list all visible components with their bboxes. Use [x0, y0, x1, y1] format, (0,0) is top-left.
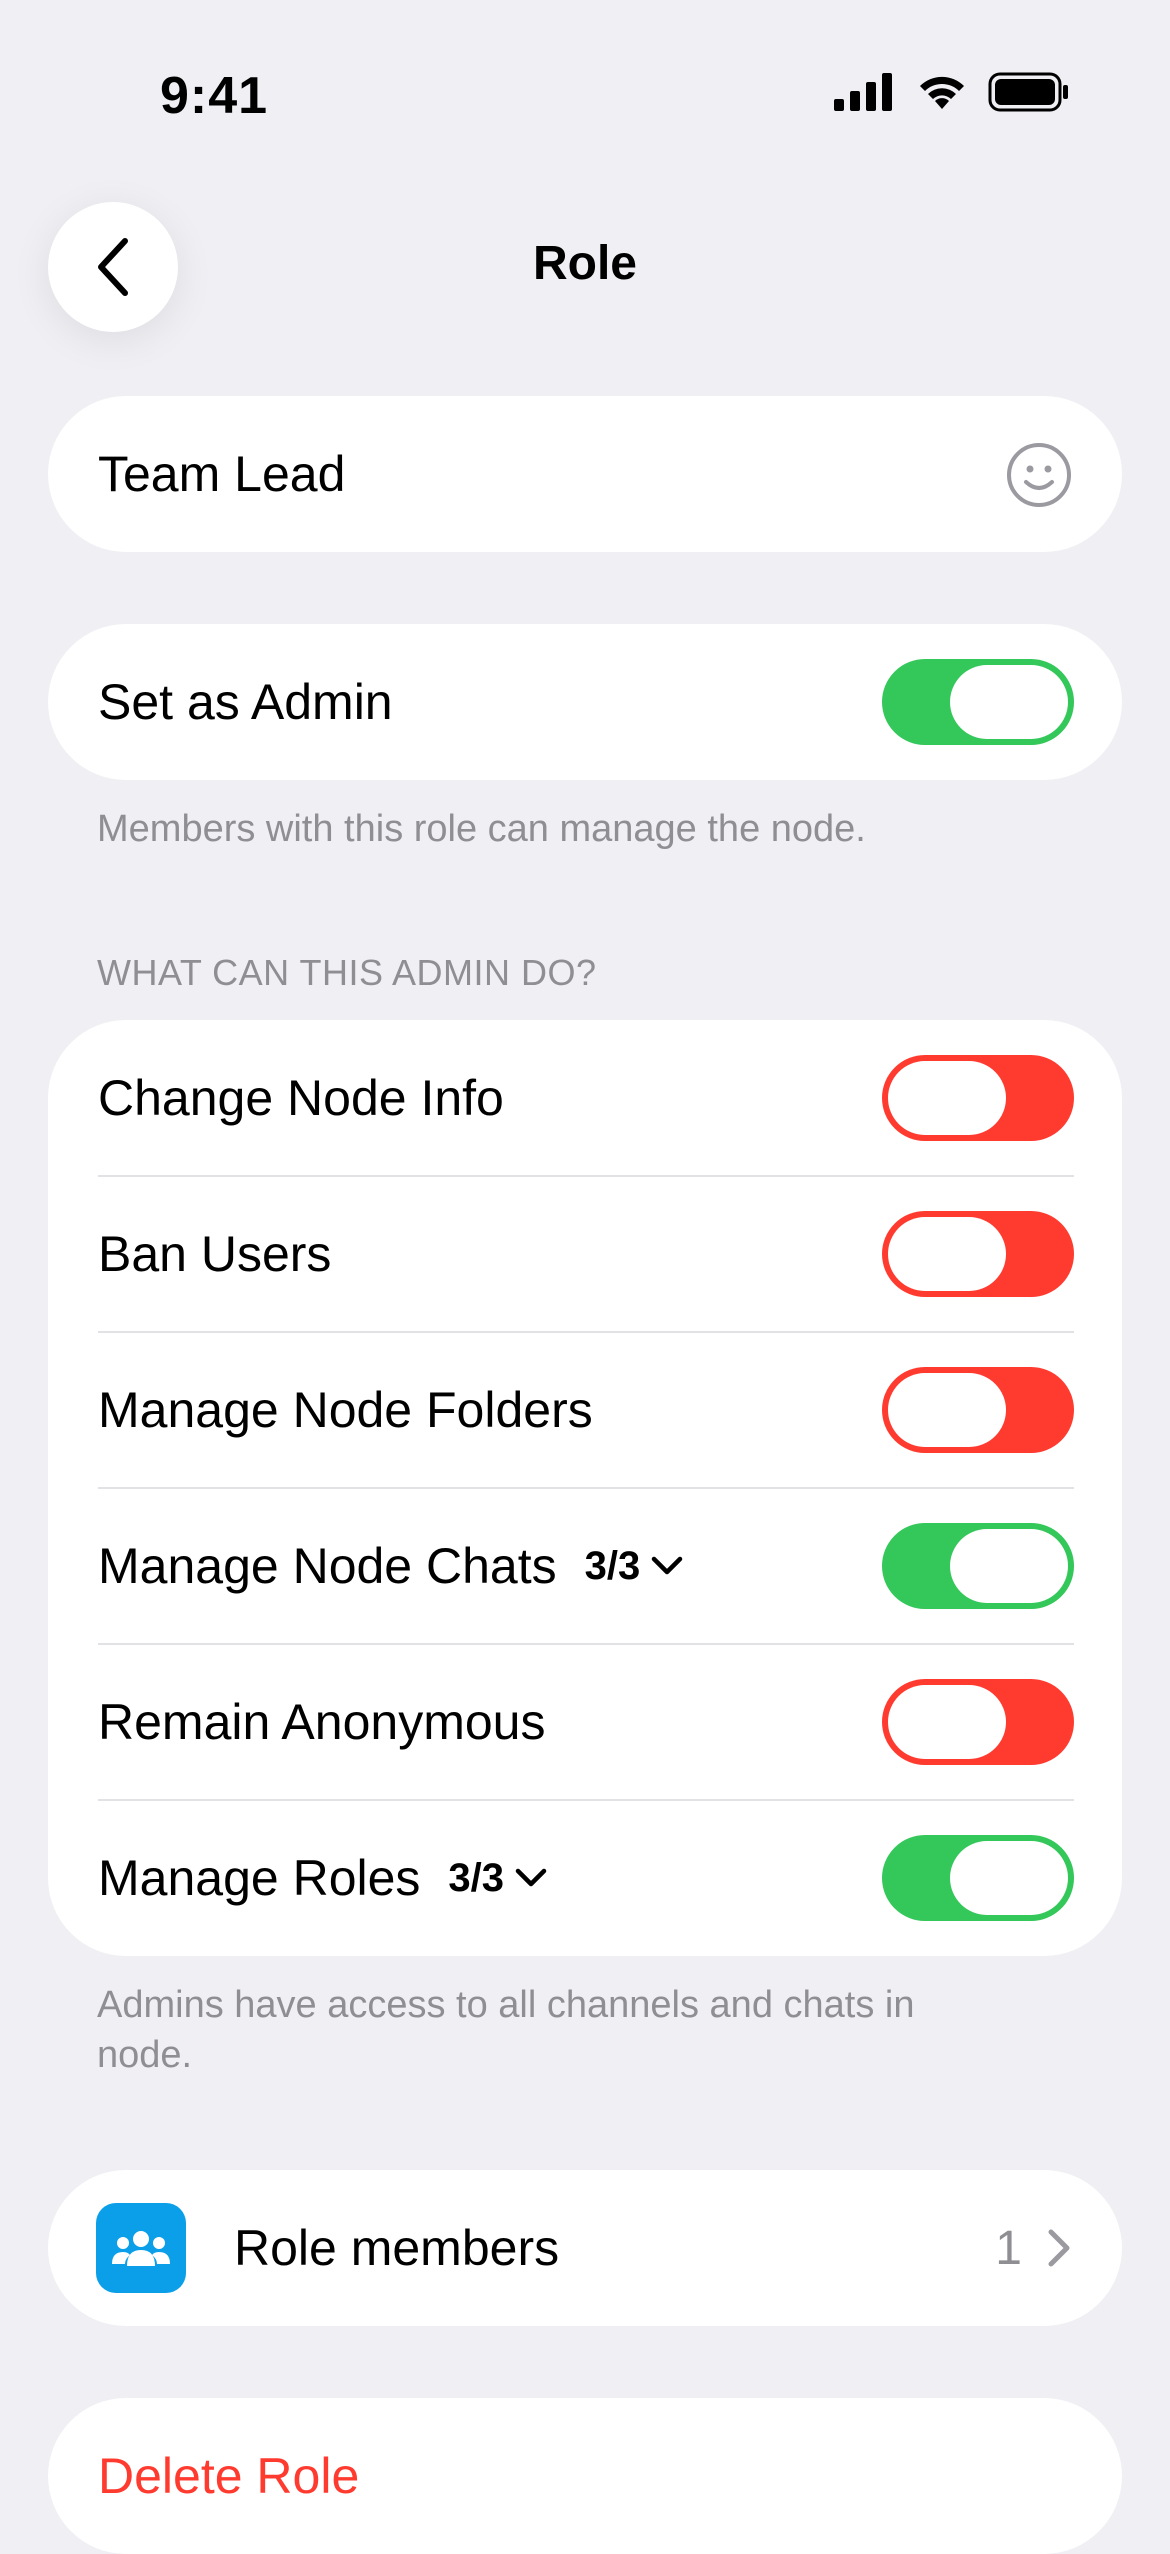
manage-node-chats-counter[interactable]: 3/3 [585, 1544, 685, 1589]
remain-anonymous-toggle[interactable] [882, 1679, 1074, 1765]
permission-row: Manage Roles 3/3 [48, 1800, 1122, 1956]
counter-value: 3/3 [448, 1855, 505, 1900]
role-name-input[interactable]: Team Lead [98, 445, 345, 503]
permission-row: Ban Users [48, 1176, 1122, 1332]
footnote-line: Admins have access to all channels and c… [97, 1984, 915, 2026]
delete-role-label: Delete Role [98, 2448, 360, 2504]
permission-label: Change Node Info [98, 1070, 504, 1126]
admin-row: Set as Admin [48, 624, 1122, 780]
admin-footnote: Members with this role can manage the no… [97, 808, 866, 850]
permissions-header: WHAT CAN THIS ADMIN DO? [97, 952, 597, 993]
permission-label: Manage Roles [98, 1850, 421, 1906]
chevron-right-icon [1048, 2229, 1070, 2267]
chevron-down-icon [651, 1556, 683, 1575]
chevron-down-icon [515, 1868, 547, 1887]
permissions-card: Change Node Info Ban Users Manage Node F… [48, 1020, 1122, 1956]
role-name-card: Team Lead [48, 396, 1122, 552]
manage-node-folders-toggle[interactable] [882, 1367, 1074, 1453]
permission-label: Manage Node Folders [98, 1382, 593, 1438]
admin-card: Set as Admin [48, 624, 1122, 780]
admin-label: Set as Admin [98, 674, 393, 730]
wifi-icon [920, 76, 964, 109]
page-title: Role [532, 237, 637, 290]
change-node-info-toggle[interactable] [882, 1055, 1074, 1141]
permission-label: Manage Node Chats [98, 1538, 557, 1594]
status-icons [834, 72, 1070, 112]
permission-row: Manage Node Folders [48, 1332, 1122, 1488]
manage-roles-counter[interactable]: 3/3 [448, 1856, 548, 1901]
permission-row: Manage Node Chats 3/3 [48, 1488, 1122, 1644]
manage-roles-toggle[interactable] [882, 1835, 1074, 1921]
people-icon [96, 2203, 186, 2293]
permissions-footnote: Admins have access to all channels and c… [97, 1980, 914, 2080]
status-time: 9:41 [160, 67, 269, 125]
permission-row: Remain Anonymous [48, 1644, 1122, 1800]
battery-icon [988, 72, 1068, 112]
permission-label: Remain Anonymous [98, 1694, 546, 1750]
permission-row: Change Node Info [48, 1020, 1122, 1176]
smiley-icon[interactable] [1006, 442, 1072, 508]
cellular-signal-icon [834, 73, 892, 111]
manage-node-chats-toggle[interactable] [882, 1523, 1074, 1609]
delete-role-button[interactable]: Delete Role [48, 2398, 1122, 2554]
role-members-label: Role members [234, 2220, 560, 2276]
permission-label: Ban Users [98, 1226, 332, 1282]
counter-value: 3/3 [584, 1543, 641, 1588]
admin-toggle[interactable] [882, 659, 1074, 745]
role-members-button[interactable]: Role members 1 [48, 2170, 1122, 2326]
ban-users-toggle[interactable] [882, 1211, 1074, 1297]
footnote-line: node. [97, 2034, 193, 2076]
role-members-count: 1 [995, 2221, 1022, 2275]
